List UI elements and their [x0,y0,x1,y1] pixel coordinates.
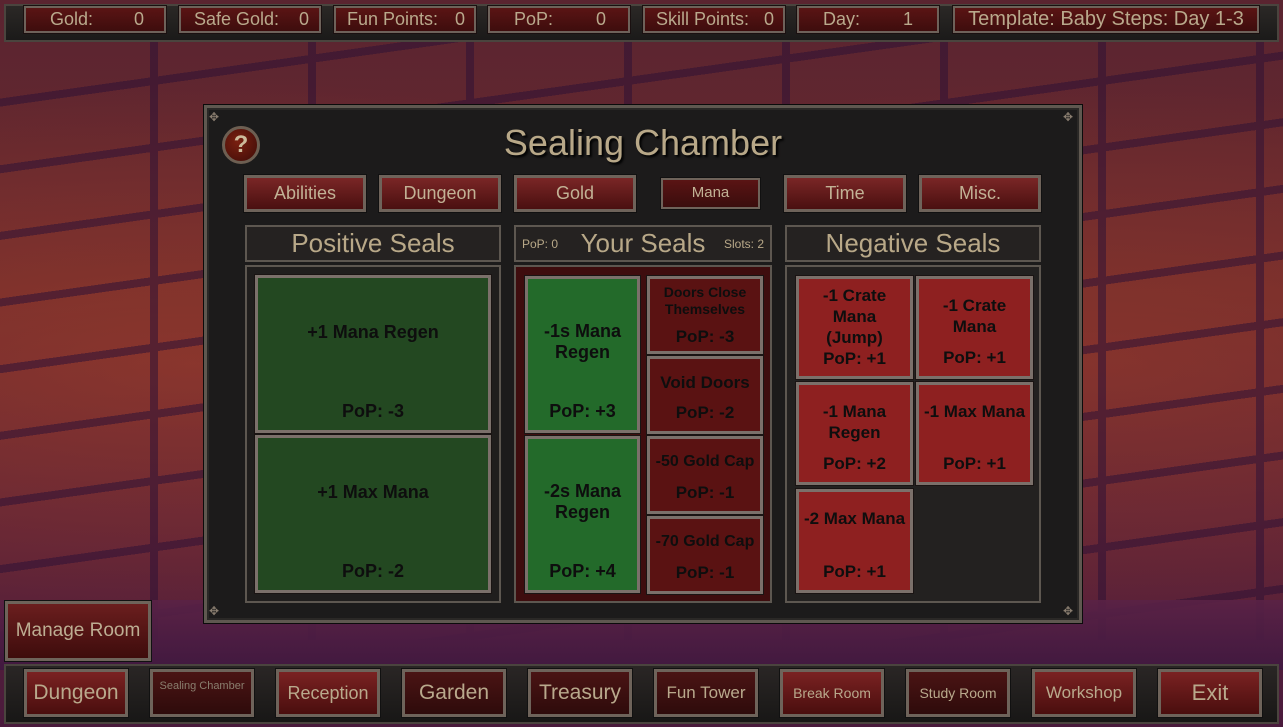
nav-reception[interactable]: Reception [275,668,381,718]
positive-seal-card[interactable]: +1 Mana Regen PoP: -3 [254,274,492,434]
nav-garden[interactable]: Garden [401,668,507,718]
nav-dungeon[interactable]: Dungeon [23,668,129,718]
seal-pop: PoP: +1 [943,454,1006,473]
your-seals-title: Your Seals [580,228,706,258]
seal-name: -2 Max Mana [803,509,906,528]
seal-pop: PoP: +2 [823,454,886,473]
positive-seals-header: Positive Seals [245,225,501,262]
seal-pop: PoP: -3 [675,327,735,346]
day-value: 1 [902,9,913,29]
pop-label: PoP: [514,9,554,29]
day-label: Day: [823,9,861,29]
seal-pop: PoP: -3 [341,401,404,421]
your-seal-card[interactable]: Doors Close Themselves PoP: -3 [646,275,764,355]
nav-workshop[interactable]: Workshop [1031,668,1137,718]
positive-seals-list: +1 Mana Regen PoP: -3 +1 Max Mana PoP: -… [245,265,501,603]
seal-name: +1 Max Mana [317,482,429,502]
negative-seals-title: Negative Seals [825,228,1001,258]
tab-misc[interactable]: Misc. [918,174,1042,213]
seal-name: +1 Mana Regen [307,322,439,342]
nav-sealing-chamber[interactable]: Sealing Chamber [149,668,255,718]
ornament-corner-icon: ✥ [209,604,220,618]
seal-name: -1 Mana Regen [822,402,887,442]
seal-name: -1s Mana Regen [543,321,622,362]
tab-gold[interactable]: Gold [513,174,637,213]
your-seal-card[interactable]: -2s Mana Regen PoP: +4 [524,435,641,594]
gold-label: Gold: [50,9,94,29]
seal-name: -2s Mana Regen [543,481,622,522]
your-seal-card[interactable]: -1s Mana Regen PoP: +3 [524,275,641,434]
safe-gold-value: 0 [298,9,309,29]
seal-name: -70 Gold Cap [655,533,755,550]
seal-name: Doors Close Themselves [663,284,747,317]
negative-seal-card[interactable]: -1 Crate Mana (Jump) PoP: +1 [795,275,914,380]
skill-points-label: Skill Points: [656,9,750,29]
manage-room-button[interactable]: Manage Room [4,600,152,662]
seal-pop: PoP: +1 [823,349,886,368]
your-seals-list: -1s Mana Regen PoP: +3 -2s Mana Regen Po… [514,265,772,603]
skill-points-value: 0 [763,9,774,29]
skill-points-stat: Skill Points: 0 [642,5,786,34]
tab-dungeon[interactable]: Dungeon [378,174,502,213]
your-seals-header: PoP: 0 Your Seals Slots: 2 [514,225,772,262]
nav-break-room[interactable]: Break Room [779,668,885,718]
gold-stat: Gold: 0 [23,5,167,34]
seal-pop: PoP: -1 [675,483,735,502]
fun-points-value: 0 [454,9,465,29]
your-pop-label: PoP: 0 [522,237,559,251]
negative-seals-list: -1 Crate Mana (Jump) PoP: +1 -1 Crate Ma… [785,265,1041,603]
pop-stat: PoP: 0 [487,5,631,34]
template-label: Template: Baby Steps: Day 1-3 [968,8,1244,30]
nav-study-room[interactable]: Study Room [905,668,1011,718]
ornament-corner-icon: ✥ [1063,604,1074,618]
seal-pop: PoP: +1 [943,348,1006,367]
seal-pop: PoP: -2 [675,403,735,422]
pop-value: 0 [595,9,606,29]
safe-gold-label: Safe Gold: [194,9,280,29]
negative-seal-card[interactable]: -1 Mana Regen PoP: +2 [795,381,914,486]
negative-seals-header: Negative Seals [785,225,1041,262]
seal-name: -1 Max Mana [923,402,1026,421]
exit-button[interactable]: Exit [1157,668,1263,718]
your-seal-card[interactable]: -50 Gold Cap PoP: -1 [646,435,764,515]
your-seal-card[interactable]: -70 Gold Cap PoP: -1 [646,515,764,595]
fun-points-label: Fun Points: [347,9,439,29]
panel-title: Sealing Chamber [503,122,783,163]
positive-seal-card[interactable]: +1 Max Mana PoP: -2 [254,434,492,594]
nav-treasury[interactable]: Treasury [527,668,633,718]
your-seal-card[interactable]: Void Doors PoP: -2 [646,355,764,435]
seal-name: -50 Gold Cap [655,453,755,470]
tab-abilities[interactable]: Abilities [243,174,367,213]
seal-name: -1 Crate Mana [942,296,1007,336]
safe-gold-stat: Safe Gold: 0 [178,5,322,34]
seal-pop: PoP: -2 [341,561,404,581]
seal-pop: PoP: +3 [549,401,616,421]
seal-pop: PoP: -1 [675,563,735,582]
fun-points-stat: Fun Points: 0 [333,5,477,34]
day-stat: Day: 1 [796,5,940,34]
positive-seals-title: Positive Seals [291,228,455,258]
negative-seal-card[interactable]: -1 Max Mana PoP: +1 [915,381,1034,486]
tab-mana[interactable]: Mana [660,177,761,210]
seal-pop: PoP: +4 [549,561,616,581]
slots-label: Slots: 2 [723,237,764,251]
tab-time[interactable]: Time [783,174,907,213]
seal-pop: PoP: +1 [823,562,886,581]
seal-name: -1 Crate Mana (Jump) [822,286,887,347]
negative-seal-card[interactable]: -1 Crate Mana PoP: +1 [915,275,1034,380]
gold-value: 0 [133,9,144,29]
template-stat: Template: Baby Steps: Day 1-3 [952,5,1260,34]
nav-fun-tower[interactable]: Fun Tower [653,668,759,718]
negative-seal-card[interactable]: -2 Max Mana PoP: +1 [795,488,914,594]
seal-name: Void Doors [660,373,750,392]
